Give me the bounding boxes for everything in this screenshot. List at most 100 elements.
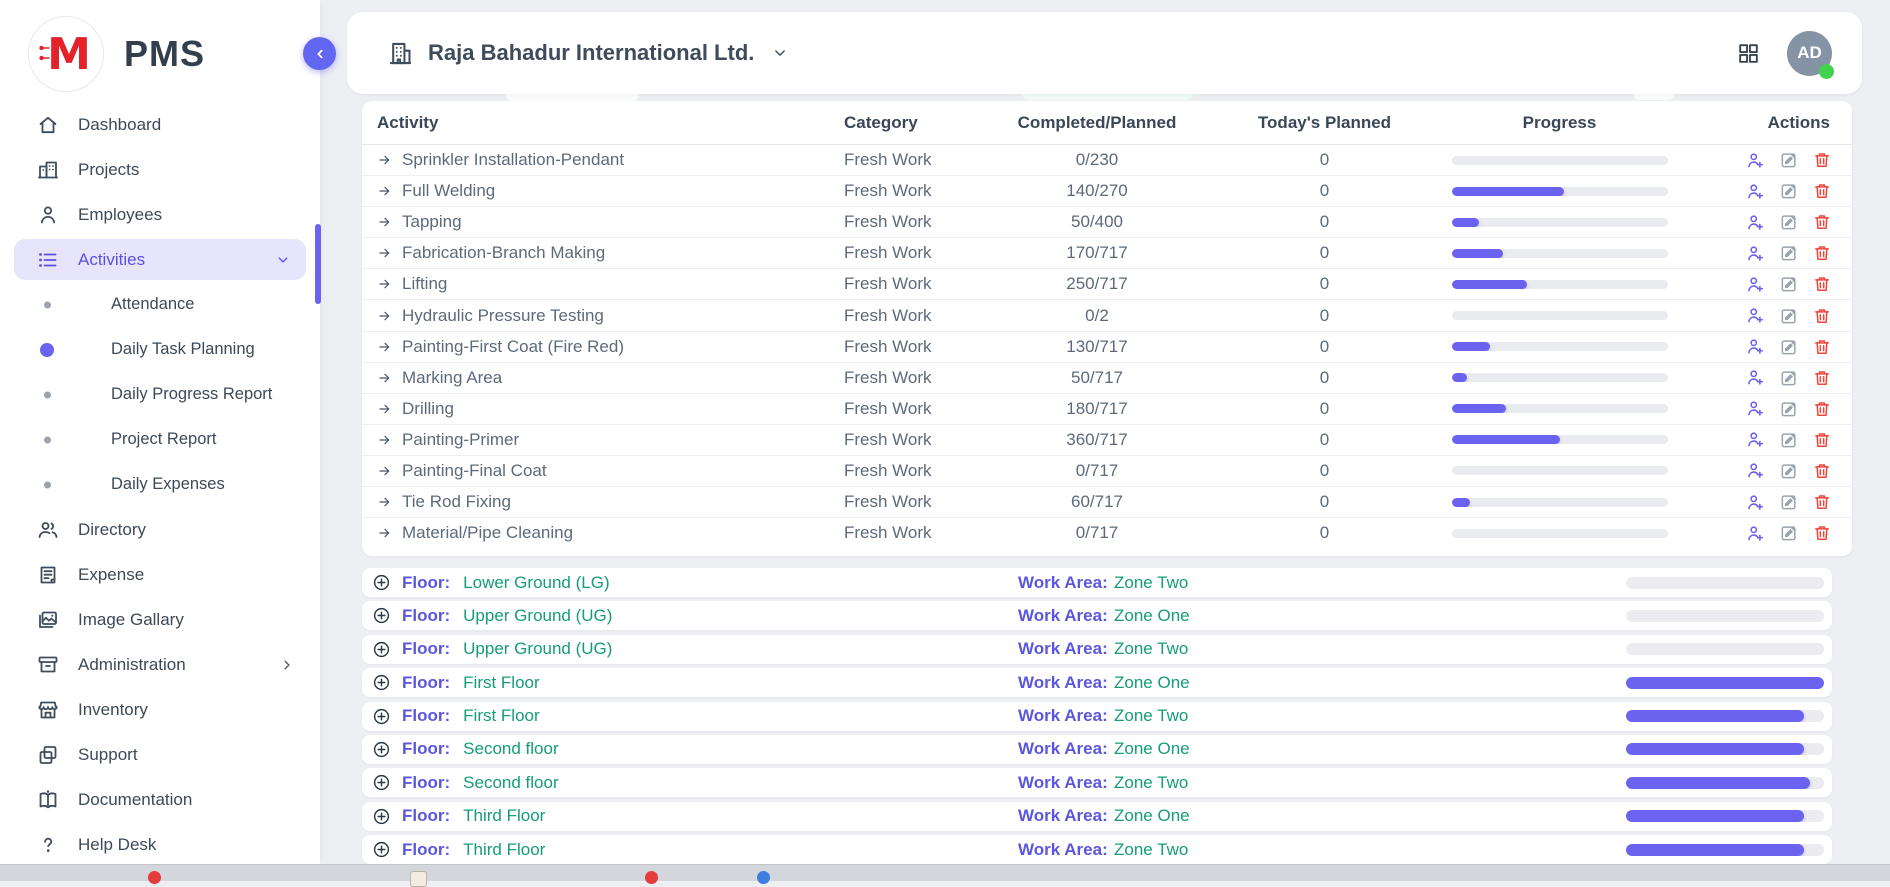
delete-icon[interactable]	[1812, 523, 1832, 543]
assign-user-icon[interactable]	[1745, 523, 1766, 544]
delete-icon[interactable]	[1812, 337, 1832, 357]
delete-icon[interactable]	[1812, 274, 1832, 294]
sidebar-item-administration[interactable]: Administration	[0, 642, 320, 687]
expand-plus-icon[interactable]	[372, 840, 391, 859]
delete-icon[interactable]	[1812, 368, 1832, 388]
delete-icon[interactable]	[1812, 399, 1832, 419]
sidebar-collapse-button[interactable]	[303, 37, 336, 70]
edit-icon[interactable]	[1779, 181, 1799, 201]
activity-category: Fresh Work	[832, 181, 987, 201]
sidebar-item-support[interactable]: Support	[0, 732, 320, 777]
sidebar-subitem-project-report[interactable]: Project Report	[0, 417, 320, 462]
table-row-hydraulic-pressure-testing: Hydraulic Pressure Testing Fresh Work 0/…	[362, 300, 1852, 331]
activity-category: Fresh Work	[832, 150, 987, 170]
sidebar-subitem-daily-progress-report[interactable]: Daily Progress Report	[0, 372, 320, 417]
sidebar-subitem-label: Daily Progress Report	[111, 385, 272, 404]
expand-plus-icon[interactable]	[372, 740, 391, 759]
delete-icon[interactable]	[1812, 461, 1832, 481]
edit-icon[interactable]	[1779, 461, 1799, 481]
progress-bar	[1452, 373, 1668, 382]
sidebar-subitem-attendance[interactable]: Attendance	[0, 282, 320, 327]
taskbar-app-icon[interactable]	[148, 871, 161, 884]
expand-plus-icon[interactable]	[372, 707, 391, 726]
completed-planned-value: 130/717	[987, 337, 1207, 357]
assign-user-icon[interactable]	[1745, 492, 1766, 513]
company-selector-label[interactable]: Raja Bahadur International Ltd.	[428, 40, 754, 66]
work-area-value: Zone Two	[1114, 773, 1188, 793]
sidebar-item-inventory[interactable]: Inventory	[0, 687, 320, 732]
activity-name: Drilling	[402, 399, 454, 419]
expand-plus-icon[interactable]	[372, 573, 391, 592]
edit-icon[interactable]	[1779, 337, 1799, 357]
sidebar-subitem-daily-task-planning[interactable]: Daily Task Planning	[0, 327, 320, 372]
edit-icon[interactable]	[1779, 212, 1799, 232]
delete-icon[interactable]	[1812, 430, 1832, 450]
sidebar-item-employees[interactable]: Employees	[0, 192, 320, 237]
assign-user-icon[interactable]	[1745, 181, 1766, 202]
delete-icon[interactable]	[1812, 306, 1832, 326]
taskbar-app-icon[interactable]	[645, 871, 658, 884]
expand-plus-icon[interactable]	[372, 773, 391, 792]
expand-plus-icon[interactable]	[372, 606, 391, 625]
assign-user-icon[interactable]	[1745, 367, 1766, 388]
delete-icon[interactable]	[1812, 492, 1832, 512]
edit-icon[interactable]	[1779, 243, 1799, 263]
assign-user-icon[interactable]	[1745, 243, 1766, 264]
sidebar-item-documentation[interactable]: Documentation	[0, 777, 320, 822]
apps-grid-icon[interactable]	[1736, 41, 1761, 66]
taskbar-app-icon[interactable]	[757, 871, 770, 884]
user-avatar[interactable]: AD	[1787, 31, 1832, 76]
edit-icon[interactable]	[1779, 306, 1799, 326]
chevron-down-icon[interactable]	[770, 43, 790, 63]
edit-icon[interactable]	[1779, 368, 1799, 388]
sidebar-item-image-gallary[interactable]: Image Gallary	[0, 597, 320, 642]
sidebar-item-dashboard[interactable]: Dashboard	[0, 102, 320, 147]
todays-planned-value: 0	[1207, 150, 1442, 170]
column-header-completed-planned: Completed/Planned	[987, 113, 1207, 133]
edit-icon[interactable]	[1779, 274, 1799, 294]
edit-icon[interactable]	[1779, 430, 1799, 450]
assign-user-icon[interactable]	[1745, 429, 1766, 450]
arrow-right-icon	[377, 463, 393, 479]
assign-user-icon[interactable]	[1745, 274, 1766, 295]
floor-label: Floor:	[402, 806, 450, 826]
assign-user-icon[interactable]	[1745, 398, 1766, 419]
assign-user-icon[interactable]	[1745, 212, 1766, 233]
delete-icon[interactable]	[1812, 181, 1832, 201]
arrow-right-icon	[377, 525, 393, 541]
sidebar-item-projects[interactable]: Projects	[0, 147, 320, 192]
sidebar-item-activities[interactable]: Activities	[14, 239, 306, 280]
assign-user-icon[interactable]	[1745, 150, 1766, 171]
completed-planned-value: 170/717	[987, 243, 1207, 263]
edit-icon[interactable]	[1779, 399, 1799, 419]
image-icon	[36, 608, 60, 632]
edit-icon[interactable]	[1779, 523, 1799, 543]
sidebar-item-expense[interactable]: Expense	[0, 552, 320, 597]
edit-icon[interactable]	[1779, 150, 1799, 170]
assign-user-icon[interactable]	[1745, 336, 1766, 357]
delete-icon[interactable]	[1812, 243, 1832, 263]
table-row-tapping: Tapping Fresh Work 50/400 0	[362, 207, 1852, 238]
expand-plus-icon[interactable]	[372, 673, 391, 692]
expand-plus-icon[interactable]	[372, 640, 391, 659]
work-area-label: Work Area:	[1018, 773, 1108, 793]
delete-icon[interactable]	[1812, 150, 1832, 170]
floor-progress-bar	[1626, 743, 1824, 755]
completed-planned-value: 50/717	[987, 368, 1207, 388]
arrow-right-icon	[377, 214, 393, 230]
assign-user-icon[interactable]	[1745, 460, 1766, 481]
sidebar-subitem-daily-expenses[interactable]: Daily Expenses	[0, 462, 320, 507]
sidebar-item-help-desk[interactable]: Help Desk	[0, 822, 320, 867]
progress-bar-fill	[1452, 218, 1479, 227]
assign-user-icon[interactable]	[1745, 305, 1766, 326]
work-area-label: Work Area:	[1018, 840, 1108, 860]
table-row-fabrication-branch-making: Fabrication-Branch Making Fresh Work 170…	[362, 238, 1852, 269]
delete-icon[interactable]	[1812, 212, 1832, 232]
sidebar-item-directory[interactable]: Directory	[0, 507, 320, 552]
progress-bar	[1452, 218, 1668, 227]
floor-progress-bar	[1626, 710, 1824, 722]
expand-plus-icon[interactable]	[372, 807, 391, 826]
sidebar-item-label: Employees	[78, 205, 162, 225]
taskbar-app-icon[interactable]	[410, 871, 427, 887]
edit-icon[interactable]	[1779, 492, 1799, 512]
